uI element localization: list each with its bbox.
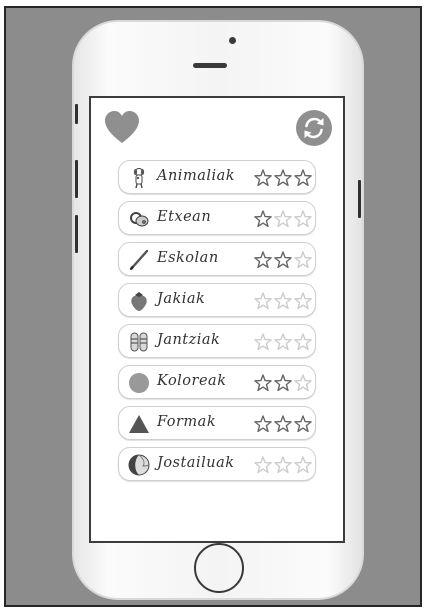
star-empty-icon — [294, 210, 312, 228]
pencil-icon — [129, 249, 149, 271]
star-earned-icon — [254, 210, 272, 228]
star-earned-icon — [274, 374, 292, 392]
category-label: Eskolan — [157, 250, 219, 266]
side-button-volume-up — [75, 160, 78, 198]
star-empty-icon — [294, 456, 312, 474]
category-row-jakiak[interactable]: Jakiak — [118, 283, 316, 317]
circle-icon — [129, 373, 149, 393]
pacifier-icon — [130, 212, 149, 227]
refresh-icon — [304, 117, 324, 139]
star-empty-icon — [274, 210, 292, 228]
star-empty-icon — [254, 456, 272, 474]
triangle-icon — [129, 415, 149, 433]
category-row-jostailuak[interactable]: Jostailuak — [118, 447, 316, 481]
star-earned-icon — [274, 251, 292, 269]
star-empty-icon — [294, 374, 312, 392]
star-earned-icon — [254, 169, 272, 187]
side-button-volume-down — [75, 215, 78, 253]
star-rating — [254, 292, 312, 310]
category-label: Formak — [157, 414, 217, 430]
category-label: Jantziak — [157, 332, 221, 348]
star-earned-icon — [294, 169, 312, 187]
star-rating — [254, 169, 312, 187]
star-rating — [254, 374, 312, 392]
star-empty-icon — [274, 292, 292, 310]
category-label: Etxean — [157, 209, 212, 225]
star-rating — [254, 333, 312, 351]
star-empty-icon — [254, 292, 272, 310]
category-label: Jostailuak — [157, 455, 235, 471]
star-earned-icon — [254, 415, 272, 433]
strawberry-icon — [131, 292, 147, 311]
home-button[interactable] — [194, 543, 244, 593]
star-earned-icon — [274, 415, 292, 433]
star-empty-icon — [274, 456, 292, 474]
star-earned-icon — [254, 374, 272, 392]
side-button-power — [358, 180, 361, 218]
star-earned-icon — [294, 415, 312, 433]
sandals-icon — [130, 332, 148, 352]
category-row-eskolan[interactable]: Eskolan — [118, 242, 316, 276]
category-row-animaliak[interactable]: Animaliak — [118, 160, 316, 194]
star-empty-icon — [294, 292, 312, 310]
star-rating — [254, 415, 312, 433]
star-empty-icon — [294, 333, 312, 351]
category-label: Koloreak — [157, 373, 227, 389]
star-rating — [254, 251, 312, 269]
star-earned-icon — [254, 251, 272, 269]
star-empty-icon — [274, 333, 292, 351]
category-label: Animaliak — [157, 168, 236, 184]
front-camera — [229, 37, 236, 44]
side-button-mute — [75, 104, 78, 124]
star-rating — [254, 210, 312, 228]
heart-icon[interactable] — [104, 110, 140, 146]
ball-icon — [128, 454, 150, 476]
star-rating — [254, 456, 312, 474]
star-empty-icon — [254, 333, 272, 351]
category-row-formak[interactable]: Formak — [118, 406, 316, 440]
dog-icon — [133, 168, 145, 189]
category-label: Jakiak — [157, 291, 206, 307]
refresh-button[interactable] — [296, 110, 332, 146]
star-empty-icon — [294, 251, 312, 269]
star-earned-icon — [274, 169, 292, 187]
category-row-etxean[interactable]: Etxean — [118, 201, 316, 235]
earpiece-speaker — [193, 63, 227, 68]
category-row-koloreak[interactable]: Koloreak — [118, 365, 316, 399]
category-row-jantziak[interactable]: Jantziak — [118, 324, 316, 358]
